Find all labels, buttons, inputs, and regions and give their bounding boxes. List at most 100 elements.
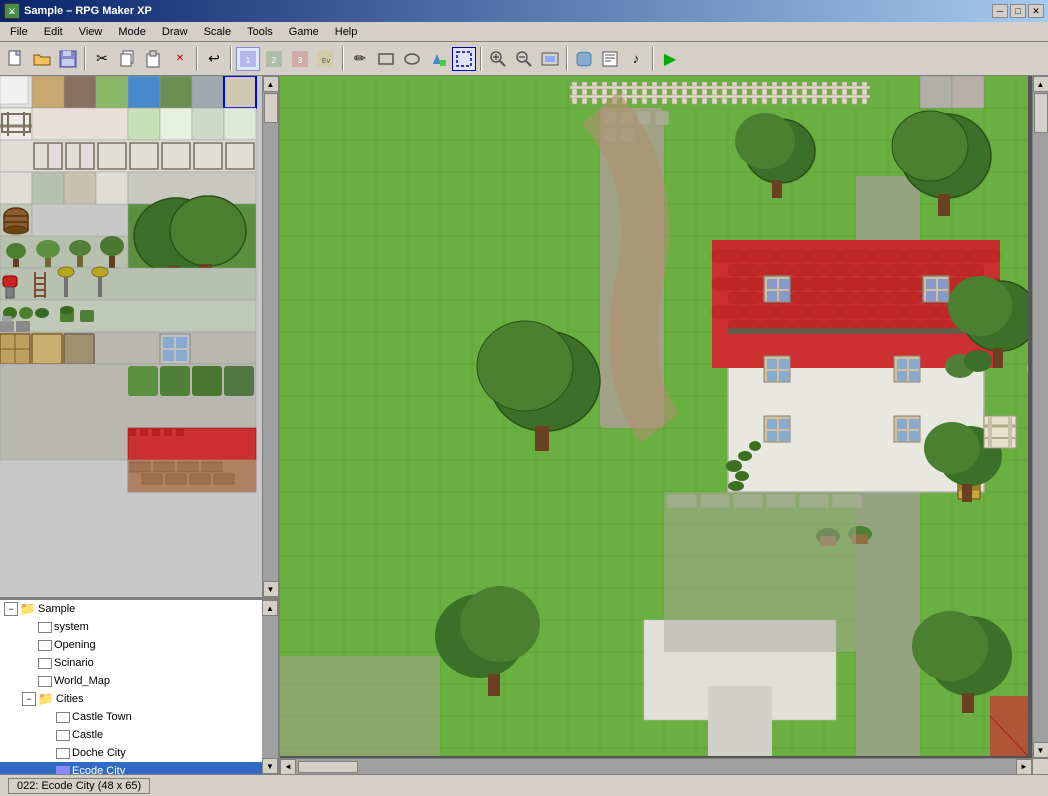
fill-button[interactable] xyxy=(426,47,450,71)
hscroll-track[interactable] xyxy=(296,759,1016,774)
select-button[interactable] xyxy=(452,47,476,71)
vscroll-thumb[interactable] xyxy=(1034,93,1048,133)
map-icon-doche-city xyxy=(56,748,70,759)
tree-item-sample[interactable]: − 📁 Sample xyxy=(0,600,278,618)
tree-scroll-up[interactable]: ▲ xyxy=(262,600,278,616)
rect-button[interactable] xyxy=(374,47,398,71)
tree-item-world-map[interactable]: + World_Map xyxy=(0,672,278,690)
tree-scrollbar[interactable]: ▲ ▼ xyxy=(262,600,278,774)
tree-scroll-down[interactable]: ▼ xyxy=(262,758,278,774)
tree-item-doche-city[interactable]: + Doche City xyxy=(0,744,278,762)
title-bar-buttons[interactable]: ─ □ ✕ xyxy=(992,4,1044,18)
vscroll-track[interactable] xyxy=(1033,92,1048,742)
status-text: 022: Ecode City (48 x 65) xyxy=(8,778,150,794)
open-button[interactable] xyxy=(30,47,54,71)
toolbar-sep-7 xyxy=(652,47,654,71)
tree-toggle-sample[interactable]: − xyxy=(4,602,18,616)
toolbar-sep-6 xyxy=(566,47,568,71)
menu-help[interactable]: Help xyxy=(327,24,366,40)
tree-item-opening[interactable]: + Opening xyxy=(0,636,278,654)
tree-label-castle-town: Castle Town xyxy=(72,711,132,723)
vscroll-up-button[interactable]: ▲ xyxy=(1033,76,1048,92)
menu-file[interactable]: File xyxy=(2,24,36,40)
title-bar: ⚔ Sample – RPG Maker XP ─ □ ✕ xyxy=(0,0,1048,22)
pencil-button[interactable]: ✏ xyxy=(348,47,372,71)
tree-label-ecode-city: Ecode City xyxy=(72,765,125,774)
app-icon: ⚔ xyxy=(4,3,20,19)
tileset-area[interactable]: ▲ ▼ xyxy=(0,76,278,599)
events-button[interactable]: Ev xyxy=(314,47,338,71)
tileset-svg xyxy=(0,76,262,597)
map-area[interactable]: ◄ ► ▲ ▼ xyxy=(280,76,1048,774)
tree-toggle-cities[interactable]: − xyxy=(22,692,36,706)
tileset-scroll-down[interactable]: ▼ xyxy=(263,581,279,597)
layer3-button[interactable]: 3 xyxy=(288,47,312,71)
database-button[interactable] xyxy=(572,47,596,71)
copy-button[interactable] xyxy=(116,47,140,71)
tileset-scroll-track[interactable] xyxy=(263,92,278,581)
svg-text:3: 3 xyxy=(298,56,303,65)
tree-item-ecode-city[interactable]: + Ecode City xyxy=(0,762,278,774)
vscroll-down-button[interactable]: ▼ xyxy=(1033,742,1048,758)
map-icon-system xyxy=(38,622,52,633)
play-button[interactable]: ▶ xyxy=(658,47,682,71)
new-button[interactable] xyxy=(4,47,28,71)
layer1-button[interactable]: 1 xyxy=(236,47,260,71)
tileset-scroll-thumb[interactable] xyxy=(264,93,278,123)
menu-game[interactable]: Game xyxy=(281,24,327,40)
menu-draw[interactable]: Draw xyxy=(154,24,196,40)
tree-item-castle[interactable]: + Castle xyxy=(0,726,278,744)
zoom-full-button[interactable] xyxy=(538,47,562,71)
menu-tools[interactable]: Tools xyxy=(239,24,281,40)
cut-button[interactable]: ✂ xyxy=(90,47,114,71)
layer2-button[interactable]: 2 xyxy=(262,47,286,71)
map-icon-castle xyxy=(56,730,70,741)
toolbar-sep-2 xyxy=(196,47,198,71)
tree-scroll-track[interactable] xyxy=(262,616,278,758)
tree-label-castle: Castle xyxy=(72,729,103,741)
tileset-scrollbar[interactable]: ▲ ▼ xyxy=(262,76,278,597)
menu-edit[interactable]: Edit xyxy=(36,24,71,40)
close-button[interactable]: ✕ xyxy=(1028,4,1044,18)
tree-item-system[interactable]: + system xyxy=(0,618,278,636)
tree-label-system: system xyxy=(54,621,89,633)
minimize-button[interactable]: ─ xyxy=(992,4,1008,18)
delete-button[interactable]: ✕ xyxy=(168,47,192,71)
title-bar-text: Sample – RPG Maker XP xyxy=(24,5,152,17)
map-tree: − 📁 Sample + system + Opening + Scinario… xyxy=(0,599,278,774)
tree-item-cities[interactable]: − 📁 Cities xyxy=(0,690,278,708)
hscroll-left-button[interactable]: ◄ xyxy=(280,759,296,775)
hscroll-right-button[interactable]: ► xyxy=(1016,759,1032,775)
menu-mode[interactable]: Mode xyxy=(110,24,154,40)
zoom-out-button[interactable] xyxy=(512,47,536,71)
maximize-button[interactable]: □ xyxy=(1010,4,1026,18)
hscroll-thumb[interactable] xyxy=(298,761,358,773)
menu-bar: File Edit View Mode Draw Scale Tools Gam… xyxy=(0,22,1048,42)
tree-label-doche-city: Doche City xyxy=(72,747,126,759)
zoom-in-button[interactable] xyxy=(486,47,510,71)
svg-text:1: 1 xyxy=(246,56,251,65)
sound-button[interactable]: ♪ xyxy=(624,47,648,71)
undo-button[interactable]: ↩ xyxy=(202,47,226,71)
menu-scale[interactable]: Scale xyxy=(196,24,240,40)
map-icon-castle-town xyxy=(56,712,70,723)
main-layout: ▲ ▼ − 📁 Sample + system + xyxy=(0,76,1048,774)
tree-item-scinario[interactable]: + Scinario xyxy=(0,654,278,672)
left-panel: ▲ ▼ − 📁 Sample + system + xyxy=(0,76,280,774)
map-vertical-scrollbar[interactable]: ▲ ▼ xyxy=(1032,76,1048,758)
folder-icon-sample: 📁 xyxy=(20,601,36,617)
tree-label-opening: Opening xyxy=(54,639,96,651)
map-horizontal-scrollbar[interactable]: ◄ ► xyxy=(280,758,1032,774)
toolbar-sep-1 xyxy=(84,47,86,71)
title-bar-left: ⚔ Sample – RPG Maker XP xyxy=(4,3,152,19)
paste-button[interactable] xyxy=(142,47,166,71)
map-icon-opening xyxy=(38,640,52,651)
save-button[interactable] xyxy=(56,47,80,71)
toolbar-sep-4 xyxy=(342,47,344,71)
script-button[interactable] xyxy=(598,47,622,71)
svg-text:2: 2 xyxy=(272,56,277,65)
menu-view[interactable]: View xyxy=(71,24,111,40)
ellipse-button[interactable] xyxy=(400,47,424,71)
tileset-scroll-up[interactable]: ▲ xyxy=(263,76,279,92)
tree-item-castle-town[interactable]: + Castle Town xyxy=(0,708,278,726)
